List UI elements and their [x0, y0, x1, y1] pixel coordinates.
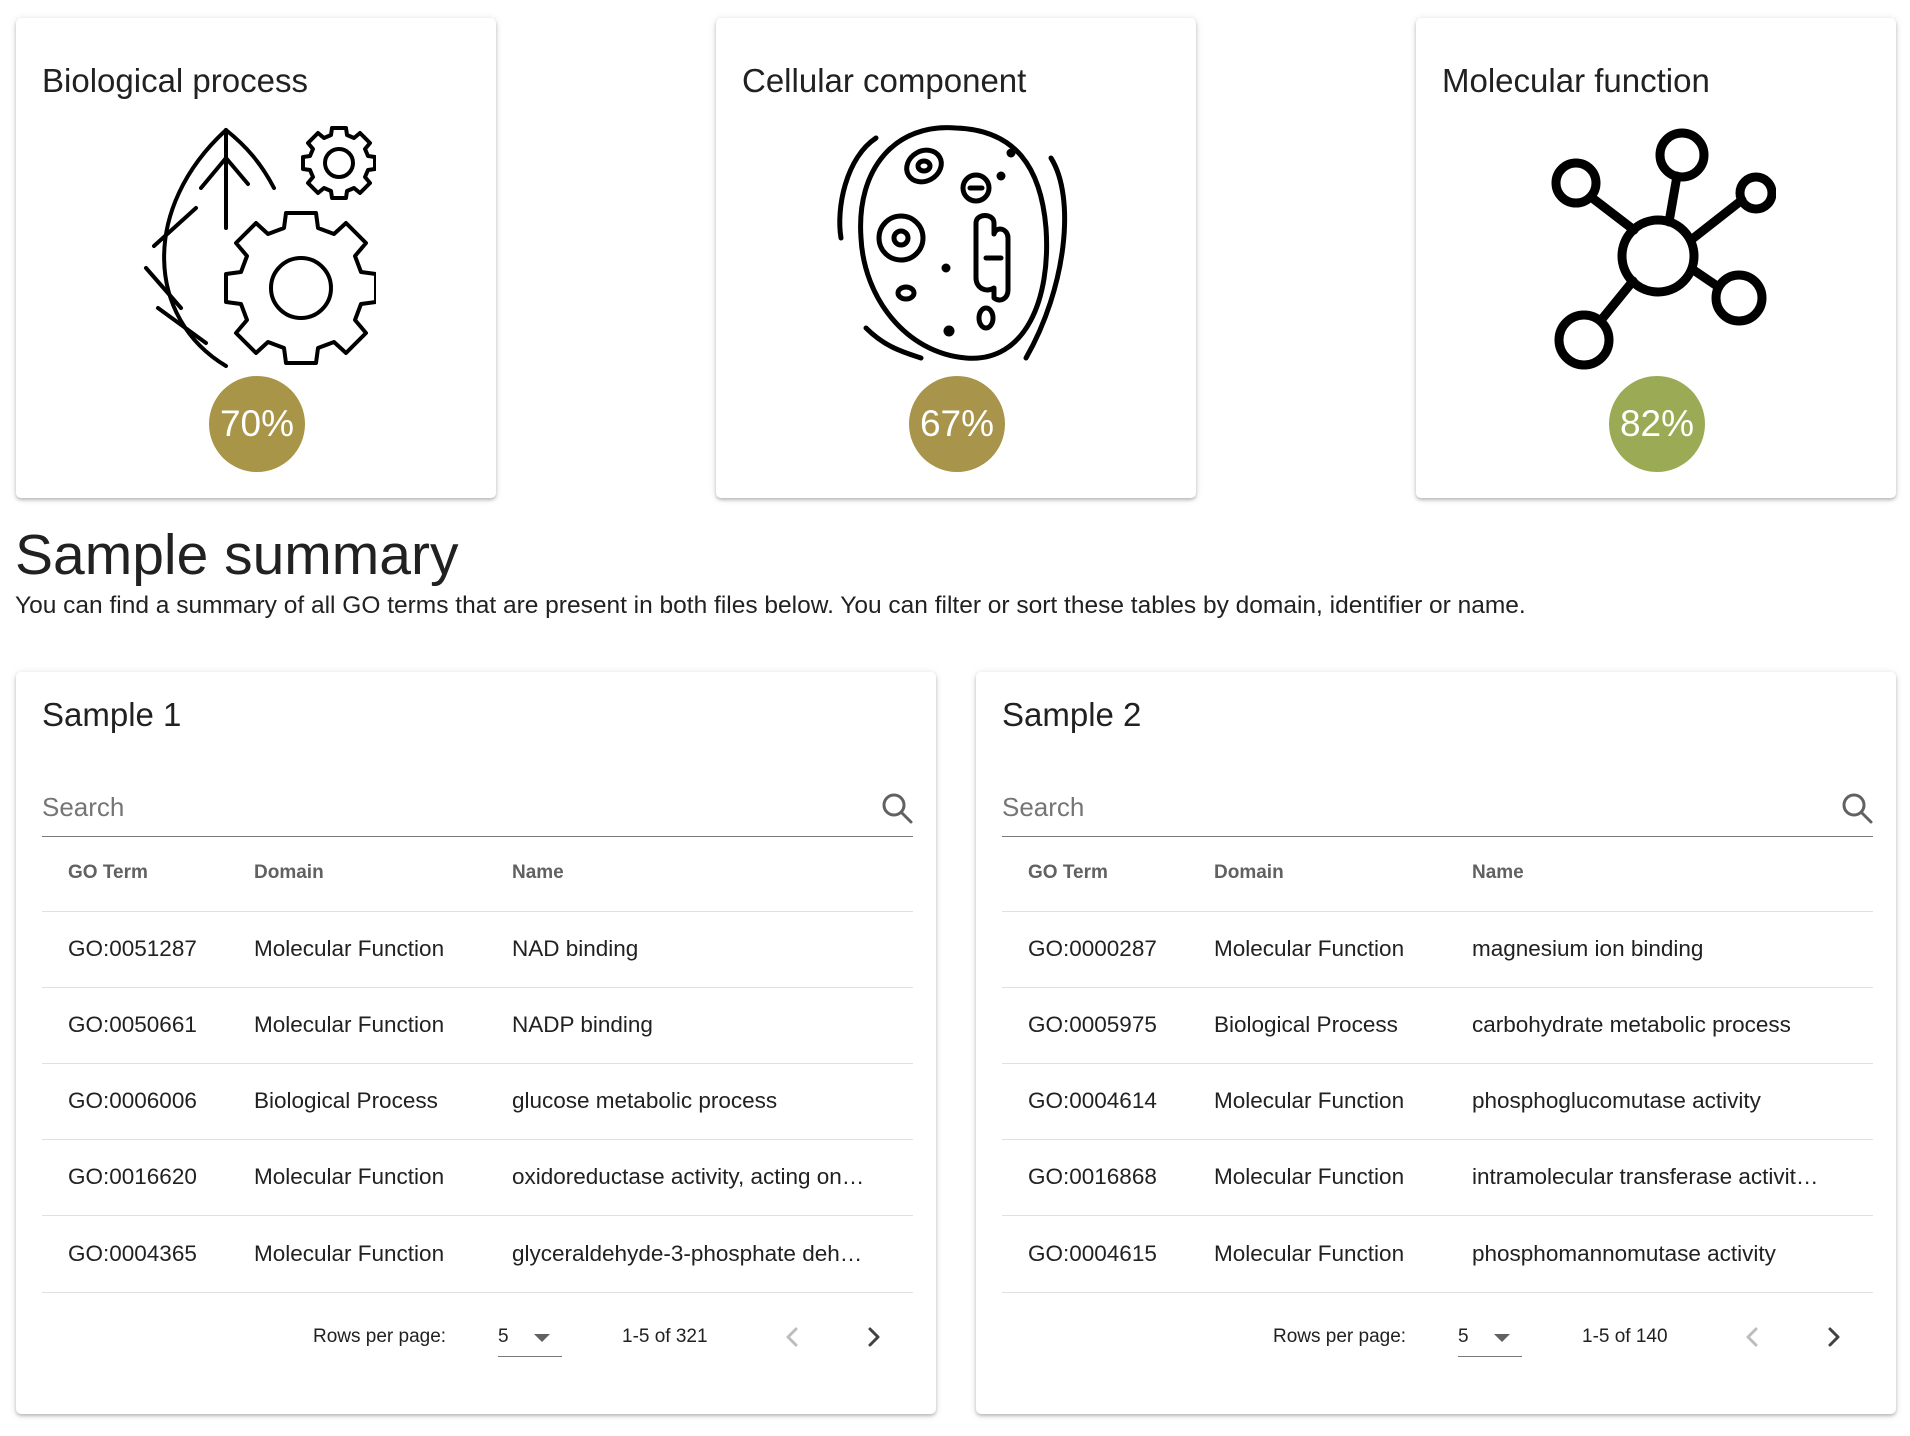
domain-cell: Molecular Function [254, 1164, 445, 1189]
table-row[interactable]: GO:0016868 Molecular Function intramolec… [1002, 1140, 1873, 1216]
card-title: Biological process [42, 62, 308, 99]
sample-table-card-1: Sample 1 GO Term Domain Name GO:0051287 … [16, 672, 936, 1414]
rows-per-page-value: 5 [1458, 1326, 1469, 1347]
rows-per-page-label: Rows per page: [313, 1326, 447, 1347]
next-page-button[interactable] [1818, 1322, 1848, 1352]
go-term-cell: GO:0004365 [68, 1241, 197, 1266]
table-row[interactable]: GO:0050661 Molecular Function NADP bindi… [42, 988, 913, 1064]
rows-per-page-value: 5 [498, 1326, 509, 1347]
table-header: GO Term Domain Name [1002, 836, 1873, 912]
go-term-cell: GO:0005975 [1028, 1012, 1157, 1037]
table-pagination: Rows per page: 5 1-5 of 140 [976, 1312, 1896, 1372]
domain-cell: Molecular Function [254, 1012, 445, 1037]
domain-cell: Molecular Function [1214, 1164, 1405, 1189]
caret-down-icon [1494, 1334, 1510, 1342]
table-row[interactable]: GO:0005975 Biological Process carbohydra… [1002, 988, 1873, 1064]
card-title: Molecular function [1442, 62, 1710, 99]
domain-cell: Biological Process [254, 1088, 438, 1113]
domain-cell: Molecular Function [1214, 1241, 1405, 1266]
name-cell: phosphoglucomutase activity [1472, 1088, 1761, 1113]
column-header-name[interactable]: Name [1472, 862, 1524, 884]
table-row[interactable]: GO:0000287 Molecular Function magnesium … [1002, 912, 1873, 988]
rows-per-page-select[interactable]: 5 [498, 1318, 562, 1357]
table-header: GO Term Domain Name [42, 836, 913, 912]
column-header-domain[interactable]: Domain [1214, 862, 1284, 884]
table-row[interactable]: GO:0004615 Molecular Function phosphoman… [1002, 1217, 1873, 1293]
go-card-cellular-component: Cellular component 67% [716, 18, 1196, 498]
go-term-cell: GO:0004615 [1028, 1241, 1157, 1266]
table-row[interactable]: GO:0016620 Molecular Function oxidoreduc… [42, 1140, 913, 1216]
coverage-percent-badge: 67% [909, 376, 1005, 472]
domain-cell: Molecular Function [254, 1241, 445, 1266]
search-field [1002, 782, 1873, 837]
domain-cell: Biological Process [1214, 1012, 1398, 1037]
go-term-cell: GO:0016868 [1028, 1164, 1157, 1189]
coverage-percent-badge: 82% [1609, 376, 1705, 472]
sample-title: Sample 1 [42, 696, 182, 733]
table-row[interactable]: GO:0004365 Molecular Function glyceralde… [42, 1217, 913, 1293]
coverage-percent-badge: 70% [209, 376, 305, 472]
search-input[interactable] [1002, 782, 1802, 832]
domain-cell: Molecular Function [1214, 1088, 1405, 1113]
name-cell: glucose metabolic process [512, 1088, 778, 1113]
page-range: 1-5 of 140 [1582, 1326, 1668, 1347]
next-page-button[interactable] [858, 1322, 888, 1352]
sample-title: Sample 2 [1002, 696, 1142, 733]
search-icon[interactable] [881, 792, 913, 824]
table-row[interactable]: GO:0006006 Biological Process glucose me… [42, 1064, 913, 1140]
card-title: Cellular component [742, 62, 1027, 99]
page-title: Sample summary [15, 523, 459, 587]
rows-per-page-select[interactable]: 5 [1458, 1318, 1522, 1357]
previous-page-button[interactable] [778, 1322, 808, 1352]
name-cell: NAD binding [512, 936, 639, 961]
molecule-icon [1536, 118, 1776, 378]
go-term-cell: GO:0004614 [1028, 1088, 1157, 1113]
table-pagination: Rows per page: 5 1-5 of 321 [16, 1312, 936, 1372]
go-term-cell: GO:0000287 [1028, 936, 1157, 961]
name-cell: oxidoreductase activity, acting on… [512, 1164, 865, 1189]
name-cell: magnesium ion binding [1472, 936, 1704, 961]
name-cell: intramolecular transferase activit… [1472, 1164, 1819, 1189]
leaf-gears-icon [136, 118, 376, 378]
name-cell: phosphomannomutase activity [1472, 1241, 1776, 1266]
domain-cell: Molecular Function [254, 936, 445, 961]
name-cell: NADP binding [512, 1012, 653, 1037]
column-header-go-term[interactable]: GO Term [1028, 862, 1108, 884]
search-icon[interactable] [1841, 792, 1873, 824]
go-term-cell: GO:0006006 [68, 1088, 197, 1113]
domain-cell: Molecular Function [1214, 936, 1405, 961]
go-term-cell: GO:0016620 [68, 1164, 197, 1189]
search-field [42, 782, 913, 837]
page-range: 1-5 of 321 [622, 1326, 708, 1347]
go-term-cell: GO:0050661 [68, 1012, 197, 1037]
go-term-cell: GO:0051287 [68, 936, 197, 961]
column-header-name[interactable]: Name [512, 862, 564, 884]
sample-table-card-2: Sample 2 GO Term Domain Name GO:0000287 … [976, 672, 1896, 1414]
summary-description: You can find a summary of all GO terms t… [15, 592, 1526, 619]
caret-down-icon [534, 1334, 550, 1342]
previous-page-button[interactable] [1738, 1322, 1768, 1352]
rows-per-page-label: Rows per page: [1273, 1326, 1407, 1347]
go-card-molecular-function: Molecular function 82% [1416, 18, 1896, 498]
search-input[interactable] [42, 782, 842, 832]
name-cell: carbohydrate metabolic process [1472, 1012, 1791, 1037]
cell-icon [836, 118, 1076, 378]
go-card-biological-process: Biological process 70% [16, 18, 496, 498]
table-row[interactable]: GO:0051287 Molecular Function NAD bindin… [42, 912, 913, 988]
column-header-go-term[interactable]: GO Term [68, 862, 148, 884]
table-row[interactable]: GO:0004614 Molecular Function phosphoglu… [1002, 1064, 1873, 1140]
name-cell: glyceraldehyde-3-phosphate dehy… [512, 1241, 872, 1266]
column-header-domain[interactable]: Domain [254, 862, 324, 884]
